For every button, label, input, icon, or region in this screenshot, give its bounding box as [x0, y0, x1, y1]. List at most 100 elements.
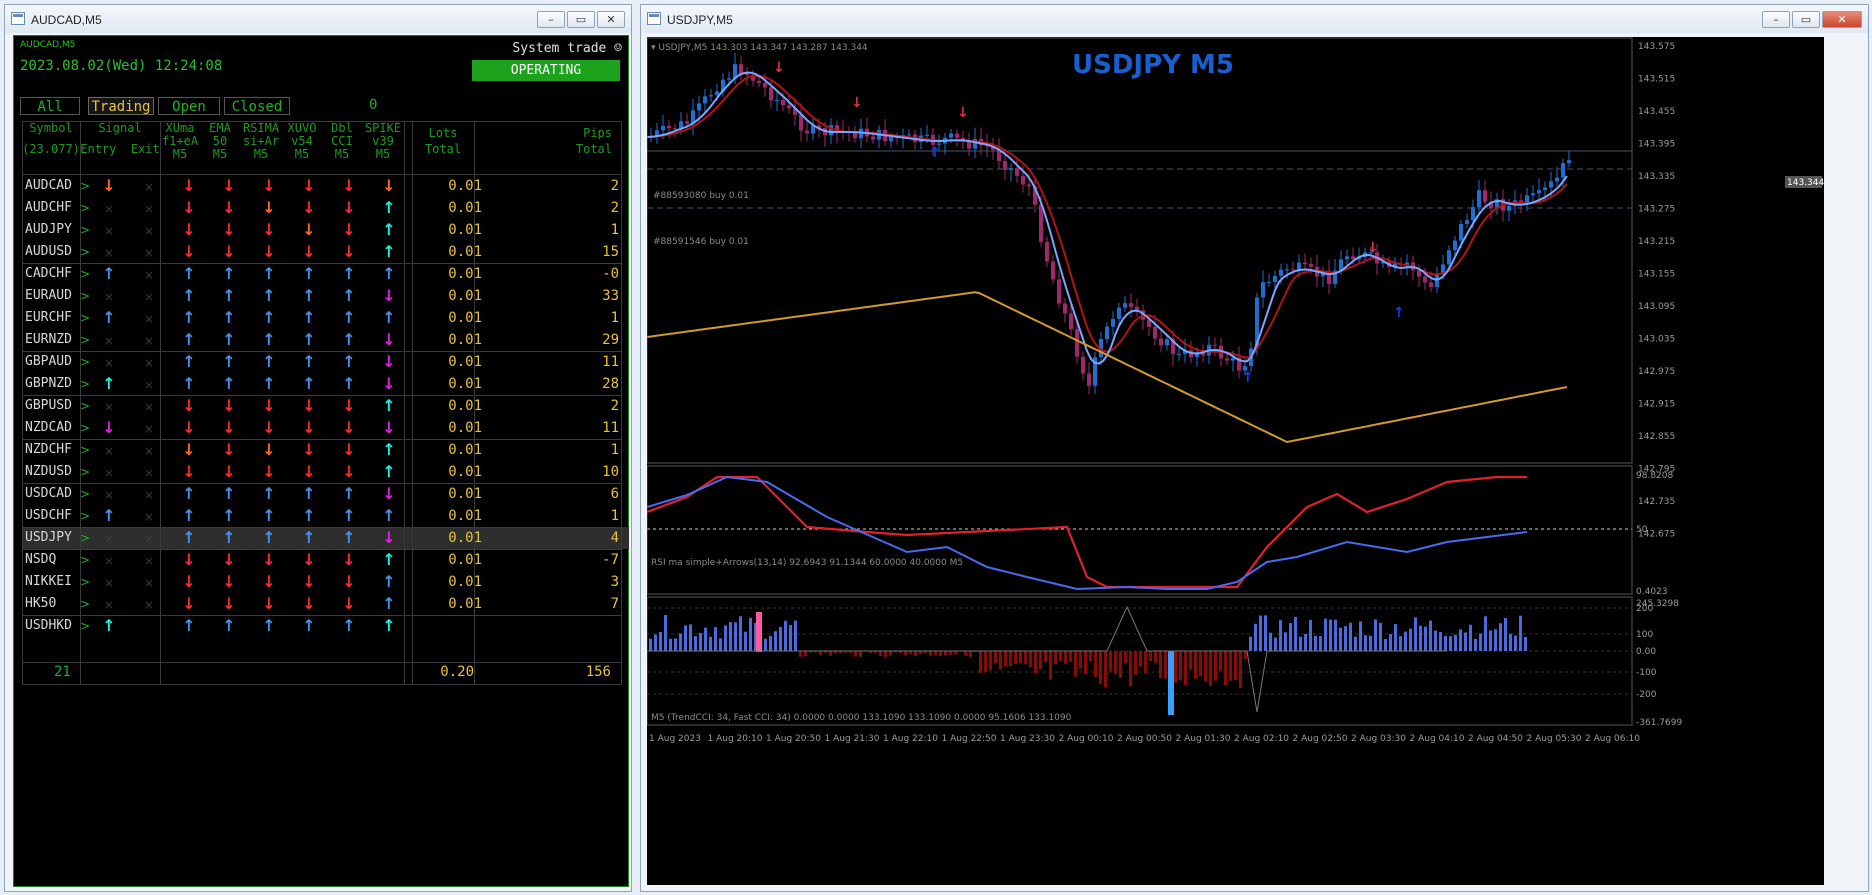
table-row[interactable]: NZDUSD > × × ↓ ↓ ↓ ↓ ↓ ↑ 0.01 10 [22, 461, 629, 483]
row-symbol: EURNZD [25, 332, 72, 347]
cci-bar [674, 638, 677, 651]
order-label-2: #88591546 buy 0.01 [653, 237, 749, 247]
indicator-signal-icon: ↓ [182, 462, 196, 481]
header-lots: Lots Total [412, 125, 474, 176]
rsi-tick: 50 [1636, 525, 1648, 535]
indicator-signal-icon: ↓ [262, 572, 276, 591]
row-pips: 33 [602, 288, 619, 304]
maximize-button[interactable]: ▭ [567, 11, 595, 28]
entry-signal-icon: ↑ [102, 374, 116, 393]
table-row[interactable]: NIKKEI > × × ↓ ↓ ↓ ↓ ↓ ↑ 0.01 3 [22, 571, 629, 593]
candle-body [1177, 353, 1181, 355]
price-chart[interactable]: ↓ ↓ ↓ ↓ ↑ ↑ ↑ 143.575 143.515 143.455 143.395 143.… [647, 37, 1824, 885]
header-pips-1: Pips [583, 126, 612, 140]
table-row[interactable]: EURAUD > × × ↑ ↑ ↑ ↑ ↑ ↓ 0.01 33 [22, 285, 629, 307]
cci-bar [1314, 635, 1317, 651]
cci-bar [714, 627, 717, 651]
table-row[interactable]: USDCHF > ↑ × ↑ ↑ ↑ ↑ ↑ ↑ 0.01 1 [22, 505, 629, 527]
table-row[interactable]: NZDCHF > × × ↓ ↓ ↓ ↓ ↓ ↑ 0.01 1 [22, 439, 629, 461]
cci-bar [819, 651, 822, 656]
indicator-signal-icon: ↑ [342, 528, 356, 547]
table-row[interactable]: NSDQ > × × ↓ ↓ ↓ ↓ ↓ ↑ 0.01 -7 [22, 549, 629, 571]
cci-tick: 200 [1636, 604, 1653, 614]
cci-bar [1469, 624, 1472, 651]
price-tick: 143.515 [1638, 75, 1675, 85]
table-row[interactable]: AUDUSD > × × ↓ ↓ ↓ ↓ ↓ ↑ 0.01 15 [22, 241, 629, 263]
cci-bar [1504, 618, 1507, 651]
dashboard-titlebar[interactable]: AUDCAD,M5 – ▭ ✕ [5, 5, 631, 33]
table-row[interactable]: GBPNZD > ↑ × ↑ ↑ ↑ ↑ ↑ ↓ 0.01 28 [22, 373, 629, 395]
entry-signal-icon: ↑ [102, 616, 116, 635]
table-row[interactable]: USDCAD > × × ↑ ↑ ↑ ↑ ↑ ↓ 0.01 6 [22, 483, 629, 505]
header-symbol-count: (23.077) [22, 142, 80, 156]
candle-body [703, 96, 707, 104]
candle-body [1273, 275, 1277, 282]
candle-body [667, 125, 671, 129]
filter-tab-all[interactable]: All [20, 97, 80, 115]
filter-tab-open[interactable]: Open [158, 97, 220, 115]
close-button[interactable]: ✕ [1822, 11, 1862, 28]
cci-bar [954, 651, 957, 655]
table-row[interactable]: GBPUSD > × × ↓ ↓ ↓ ↓ ↓ ↑ 0.01 2 [22, 395, 629, 417]
candle-body [1069, 313, 1073, 330]
time-tick: 2 Aug 02:50 [1293, 734, 1348, 744]
grid-line [22, 549, 622, 550]
candle-body [1429, 282, 1433, 287]
minimize-button[interactable]: – [1762, 11, 1790, 28]
entry-signal-icon: × [103, 224, 115, 238]
cci-bar [909, 651, 912, 655]
candle-body [1057, 279, 1061, 304]
exit-signal-icon: × [143, 576, 155, 590]
table-row[interactable]: AUDCHF > × × ↓ ↓ ↓ ↓ ↓ ↑ 0.01 2 [22, 197, 629, 219]
cci-bar [1289, 623, 1292, 651]
cci-bar [1239, 651, 1242, 689]
cci-bar [1164, 651, 1167, 679]
entry-signal-icon: × [103, 488, 115, 502]
cci-bar [1409, 628, 1412, 651]
table-row[interactable]: AUDCAD > ↓ × ↓ ↓ ↓ ↓ ↓ ↓ 0.01 2 [22, 175, 629, 197]
exit-signal-icon: × [143, 268, 155, 282]
entry-signal-icon: × [103, 444, 115, 458]
cci-bar [1394, 624, 1397, 651]
indicator-signal-icon: ↓ [302, 462, 316, 481]
grid-line [621, 121, 622, 684]
close-button[interactable]: ✕ [597, 11, 625, 28]
price-tick: 143.575 [1638, 42, 1675, 52]
table-row[interactable]: USDJPY > × × ↑ ↑ ↑ ↑ ↑ ↓ 0.01 4 [22, 527, 629, 549]
cci-bar [1274, 637, 1277, 651]
row-pips: 11 [602, 354, 619, 370]
grid-line [22, 121, 622, 122]
candle-body [949, 133, 953, 138]
price-tick: 143.395 [1638, 140, 1675, 150]
minimize-button[interactable]: – [537, 11, 565, 28]
cci-bar [744, 631, 747, 651]
maximize-button[interactable]: ▭ [1792, 11, 1820, 28]
grid-line [22, 121, 23, 684]
operating-button[interactable]: OPERATING [472, 60, 620, 81]
indicator-signal-icon: ↑ [262, 286, 276, 305]
table-row[interactable]: AUDJPY > × × ↓ ↓ ↓ ↓ ↓ ↑ 0.01 1 [22, 219, 629, 241]
header-pips: Pips Total [474, 125, 612, 176]
cci-bar [1084, 651, 1087, 675]
filter-tab-trading[interactable]: Trading [88, 97, 154, 115]
indicator-signal-icon: ↓ [342, 594, 356, 613]
table-row[interactable]: USDHKD > ↑ ↑ ↑ ↑ ↑ ↑ ↑ [22, 615, 629, 637]
table-row[interactable]: EURCHF > ↑ × ↑ ↑ ↑ ↑ ↑ ↑ 0.01 1 [22, 307, 629, 329]
cci-bar [1049, 651, 1052, 680]
chart-titlebar[interactable]: USDJPY,M5 – ▭ ✕ [641, 5, 1868, 33]
cci-bar [1054, 651, 1057, 665]
table-row[interactable]: EURNZD > × × ↑ ↑ ↑ ↑ ↑ ↓ 0.01 29 [22, 329, 629, 351]
table-row[interactable]: CADCHF > ↑ × ↑ ↑ ↑ ↑ ↑ ↑ 0.01 -0 [22, 263, 629, 285]
indicator-signal-icon: ↓ [182, 198, 196, 217]
header-pips-2: Total [575, 142, 612, 156]
indicator-signal-icon: ↑ [342, 484, 356, 503]
candle-body [1555, 177, 1559, 182]
indicator-signal-icon: ↑ [342, 264, 356, 283]
table-row[interactable]: GBPAUD > × × ↑ ↑ ↑ ↑ ↑ ↓ 0.01 11 [22, 351, 629, 373]
table-row[interactable]: HK50 > × × ↓ ↓ ↓ ↓ ↓ ↑ 0.01 7 [22, 593, 629, 615]
header-symbol-title: Symbol [29, 121, 73, 135]
row-symbol: USDHKD [25, 618, 72, 633]
table-row[interactable]: NZDCAD > ↓ × ↓ ↓ ↓ ↓ ↓ ↓ 0.01 11 [22, 417, 629, 439]
row-lots: 0.01 [448, 310, 482, 326]
filter-tab-closed[interactable]: Closed [224, 97, 290, 115]
